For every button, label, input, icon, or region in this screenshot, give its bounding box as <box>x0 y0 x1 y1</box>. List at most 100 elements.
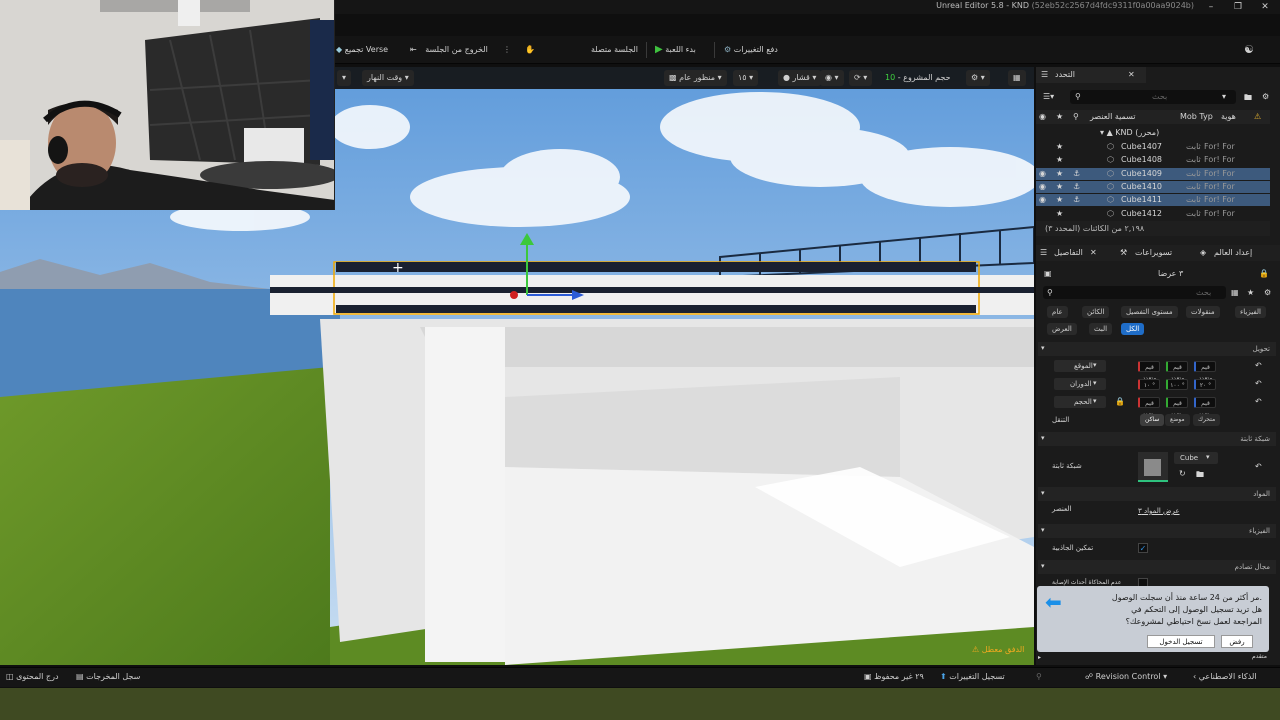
visibility-icon[interactable]: ◉ <box>1039 182 1046 191</box>
layout-button[interactable]: ▦ <box>1008 70 1026 86</box>
section-materials[interactable]: المواد <box>1038 487 1276 501</box>
reset-icon[interactable]: ↶ <box>1255 397 1262 406</box>
hand-tool-icon[interactable]: ✋ <box>525 41 535 59</box>
collapse-icon[interactable]: ▾ <box>1041 526 1045 534</box>
grid-view-icon[interactable]: ▦ <box>1231 288 1239 297</box>
settings-icon[interactable]: ⚙ <box>1262 92 1269 101</box>
gravity-checkbox[interactable]: ✓ <box>1138 543 1148 553</box>
close-icon[interactable]: ✕ <box>1090 248 1097 257</box>
users-icon[interactable]: ☯ <box>1244 41 1254 59</box>
scale-lock-icon[interactable]: 🔒 <box>1115 397 1125 406</box>
mesh-icon[interactable]: ⬡ <box>1107 169 1114 178</box>
mobility-movable[interactable]: متحرك <box>1193 414 1221 426</box>
rotation-x[interactable]: ١٠ ° <box>1138 379 1160 390</box>
star-icon[interactable]: ★ <box>1056 209 1063 218</box>
collapse-icon[interactable]: ▾ <box>1041 562 1045 570</box>
mesh-icon[interactable]: ⬡ <box>1107 195 1114 204</box>
scale-z[interactable]: قيم متعدد <box>1194 397 1216 418</box>
viewport-settings-button[interactable]: ⚙ ▾ <box>966 70 990 86</box>
maximize-button[interactable]: ❐ <box>1225 0 1251 14</box>
filter-general[interactable]: عام <box>1047 306 1068 318</box>
location-y[interactable]: قيم متعدد <box>1166 361 1188 382</box>
scale-y[interactable]: قيم متعدد <box>1166 397 1188 418</box>
perspective-button[interactable]: ▩ منظور عام ▾ <box>664 70 727 86</box>
changelists-button[interactable]: ⬆ تسجيل التغييرات <box>940 670 1005 684</box>
mesh-icon[interactable]: ⬡ <box>1107 209 1114 218</box>
selected-cube-1[interactable] <box>336 262 976 272</box>
materials-value[interactable]: عرض المواد ٣ <box>1138 507 1180 515</box>
mesh-icon[interactable]: ⬡ <box>1107 182 1114 191</box>
scale-x[interactable]: قيم متعدد <box>1138 397 1160 418</box>
reset-icon[interactable]: ↶ <box>1255 379 1262 388</box>
minimize-button[interactable]: – <box>1198 0 1224 14</box>
snap-button[interactable]: ⟳ ▾ <box>849 70 873 86</box>
column-name[interactable]: تسمية العنصر <box>1090 112 1136 121</box>
output-log-button[interactable]: ▤ سجل المخرجات <box>76 670 140 684</box>
ai-assistant-button[interactable]: ‹ الذكاء الاصطناعي <box>1193 670 1257 684</box>
collapse-icon[interactable]: ▾ <box>1041 434 1045 442</box>
lock-icon[interactable]: 🔒 <box>1259 269 1269 278</box>
reset-icon[interactable]: ↶ <box>1255 462 1262 471</box>
fov-button[interactable]: ١٥ ▾ <box>733 70 759 86</box>
mesh-icon[interactable]: ⬡ <box>1107 155 1114 164</box>
browse-icon[interactable]: 🖿 <box>1196 469 1204 483</box>
verse-build-button[interactable]: ◆ تجميع Verse <box>336 41 388 59</box>
time-of-day-button[interactable]: وقت النهار ▾ <box>362 70 414 86</box>
star-icon[interactable]: ★ <box>1056 182 1063 191</box>
search-dropdown-icon[interactable]: ▾ <box>1222 92 1226 101</box>
start-game-button[interactable]: ▶ بدء اللعبة <box>655 41 696 59</box>
mobility-stationary[interactable]: موضع <box>1165 414 1190 426</box>
revision-control-button[interactable]: ☍ Revision Control ▾ <box>1085 670 1167 684</box>
more-options-icon[interactable]: ⋮ <box>503 41 511 59</box>
folder-row[interactable]: ▾ ▲ KND (محرر) <box>1100 128 1159 137</box>
section-collision[interactable]: مجال تصادم <box>1038 560 1276 574</box>
section-physics[interactable]: الفيزياء <box>1038 524 1276 538</box>
show-flags-button[interactable]: ◉ ▾ <box>820 70 844 86</box>
rotation-z[interactable]: ٢٠ ° <box>1194 379 1216 390</box>
gizmo-x-axis[interactable] <box>510 291 518 299</box>
filter-actor[interactable]: الكائن <box>1082 306 1110 318</box>
star-icon[interactable]: ★ <box>1056 142 1063 151</box>
dismiss-button[interactable]: رفض <box>1221 635 1253 648</box>
visibility-icon[interactable]: ◉ <box>1039 169 1046 178</box>
filter-physics[interactable]: الفيزياء <box>1235 306 1266 318</box>
viewport-menu-button[interactable]: ▾ <box>337 70 352 86</box>
tab-settings[interactable]: تسويراعات <box>1135 248 1172 257</box>
column-id[interactable]: هوية <box>1221 112 1236 121</box>
filter-icon[interactable]: ☰▾ <box>1043 92 1054 101</box>
section-transform[interactable]: تحويل <box>1038 342 1276 356</box>
reset-icon[interactable]: ↶ <box>1255 361 1262 370</box>
content-drawer-button[interactable]: ◫ درج المحتوى <box>6 670 59 684</box>
star-icon[interactable]: ★ <box>1056 155 1063 164</box>
filter-streaming[interactable]: منقولات <box>1186 306 1220 318</box>
push-changes-button[interactable]: ⚙ دفع التغييرات <box>724 41 778 59</box>
favorite-icon[interactable]: ★ <box>1247 288 1254 297</box>
location-x[interactable]: قيم متعدد <box>1138 361 1160 382</box>
exit-session-button[interactable]: ⇤ الخروج من الجلسة <box>410 41 488 59</box>
collapse-icon[interactable]: ▾ <box>1041 344 1045 352</box>
section-static-mesh[interactable]: شبكة ثابتة <box>1038 432 1276 446</box>
mobility-static[interactable]: ساكن <box>1140 414 1165 426</box>
filter-lod[interactable]: مستوى التفصيل <box>1121 306 1178 318</box>
pin-icon[interactable]: ⚓ <box>1073 195 1080 204</box>
collapse-icon[interactable]: ▾ <box>1041 489 1045 497</box>
pin-icon[interactable]: ⚓ <box>1073 182 1080 191</box>
filter-streaming-2[interactable]: البث <box>1089 323 1113 335</box>
selected-cube-2[interactable] <box>270 287 1034 293</box>
pin-icon[interactable]: ⚓ <box>1073 169 1080 178</box>
unsaved-button[interactable]: ▣ ٢٩ غير محفوظ <box>864 670 924 684</box>
close-icon[interactable]: ✕ <box>1128 70 1135 79</box>
tab-details[interactable]: التفاصيل <box>1054 248 1083 257</box>
location-z[interactable]: قيم متعدد <box>1194 361 1216 382</box>
mesh-icon[interactable]: ⬡ <box>1107 142 1114 151</box>
filter-all[interactable]: الكل <box>1121 323 1145 335</box>
filter-rendering[interactable]: العرض <box>1047 323 1077 335</box>
visibility-icon[interactable]: ◉ <box>1039 195 1046 204</box>
selected-cube-3[interactable] <box>336 305 976 313</box>
pin-icon[interactable]: ⚲ <box>1036 670 1042 684</box>
rotation-y[interactable]: ١٠٠ ° <box>1166 379 1188 390</box>
use-selected-icon[interactable]: ↻ <box>1179 469 1186 478</box>
details-settings-icon[interactable]: ⚙ <box>1264 288 1271 297</box>
lit-mode-button[interactable]: ● قشار ▾ <box>778 70 822 86</box>
close-window-button[interactable]: ✕ <box>1252 0 1278 14</box>
